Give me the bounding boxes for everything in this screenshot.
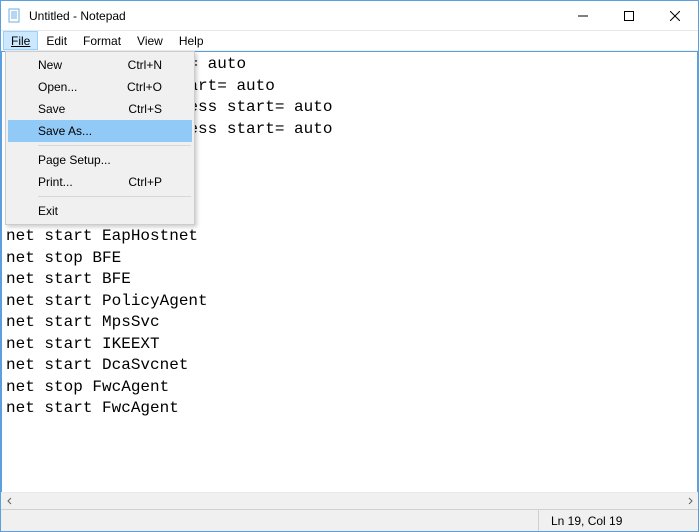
menubar: File Edit Format View Help <box>1 31 698 51</box>
minimize-icon <box>578 11 588 21</box>
file-menu-dropdown: New Ctrl+N Open... Ctrl+O Save Ctrl+S Sa… <box>5 51 195 225</box>
file-menu-page-setup-label: Page Setup... <box>38 153 162 167</box>
notepad-window: Untitled - Notepad File Edit Format View… <box>0 0 699 532</box>
file-menu-open[interactable]: Open... Ctrl+O <box>8 76 192 98</box>
menu-view-label: View <box>137 34 163 48</box>
file-menu-save-as-label: Save As... <box>38 124 162 138</box>
menu-edit-label: Edit <box>46 34 67 48</box>
menu-format[interactable]: Format <box>75 31 129 50</box>
menu-file-label: File <box>11 34 30 48</box>
scroll-left-button[interactable] <box>1 493 18 510</box>
maximize-icon <box>624 11 634 21</box>
menu-separator <box>38 145 191 146</box>
menu-separator <box>38 196 191 197</box>
chevron-left-icon <box>6 497 14 505</box>
file-menu-new-shortcut: Ctrl+N <box>128 58 162 72</box>
menu-format-label: Format <box>83 34 121 48</box>
file-menu-save-label: Save <box>38 102 128 116</box>
menu-edit[interactable]: Edit <box>38 31 75 50</box>
file-menu-print-shortcut: Ctrl+P <box>128 175 162 189</box>
file-menu-exit-label: Exit <box>38 204 162 218</box>
scroll-right-button[interactable] <box>681 493 698 510</box>
file-menu-new[interactable]: New Ctrl+N <box>8 54 192 76</box>
file-menu-print[interactable]: Print... Ctrl+P <box>8 171 192 193</box>
statusbar: Ln 19, Col 19 <box>1 509 698 531</box>
maximize-button[interactable] <box>606 1 652 31</box>
menu-help-label: Help <box>179 34 204 48</box>
file-menu-page-setup[interactable]: Page Setup... <box>8 149 192 171</box>
file-menu-open-label: Open... <box>38 80 127 94</box>
file-menu-save[interactable]: Save Ctrl+S <box>8 98 192 120</box>
menu-view[interactable]: View <box>129 31 171 50</box>
horizontal-scrollbar[interactable] <box>1 492 698 509</box>
file-menu-new-label: New <box>38 58 128 72</box>
notepad-icon <box>7 8 23 24</box>
minimize-button[interactable] <box>560 1 606 31</box>
menu-file[interactable]: File <box>3 31 38 50</box>
cursor-position: Ln 19, Col 19 <box>538 510 698 531</box>
window-title: Untitled - Notepad <box>29 9 126 23</box>
file-menu-print-label: Print... <box>38 175 128 189</box>
file-menu-exit[interactable]: Exit <box>8 200 192 222</box>
close-icon <box>670 11 680 21</box>
menu-help[interactable]: Help <box>171 31 212 50</box>
file-menu-open-shortcut: Ctrl+O <box>127 80 162 94</box>
chevron-right-icon <box>686 497 694 505</box>
file-menu-save-as[interactable]: Save As... <box>8 120 192 142</box>
close-button[interactable] <box>652 1 698 31</box>
file-menu-save-shortcut: Ctrl+S <box>128 102 162 116</box>
titlebar: Untitled - Notepad <box>1 1 698 31</box>
